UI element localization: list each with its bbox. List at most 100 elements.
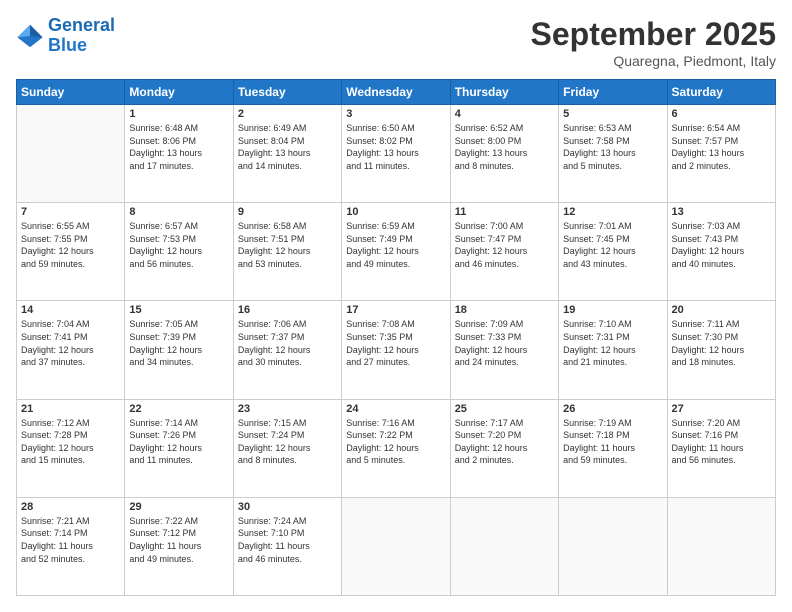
- column-header-wednesday: Wednesday: [342, 80, 450, 105]
- day-cell: 27 Sunrise: 7:20 AMSunset: 7:16 PMDayligh…: [667, 399, 775, 497]
- day-number: 24: [346, 403, 445, 415]
- day-info: Sunrise: 7:05 AMSunset: 7:39 PMDaylight:…: [129, 318, 228, 368]
- day-cell: 2 Sunrise: 6:49 AMSunset: 8:04 PMDaylight…: [233, 105, 341, 203]
- day-cell: [667, 497, 775, 595]
- day-cell: 19Sunrise: 7:10 AMSunset: 7:31 PMDayligh…: [559, 301, 667, 399]
- week-row-2: 14 Sunrise: 7:04 AMSunset: 7:41 PMDayligh…: [17, 301, 776, 399]
- day-number: 12: [563, 206, 662, 218]
- day-cell: [450, 497, 558, 595]
- day-info: Sunrise: 7:21 AMSunset: 7:14 PMDaylight:…: [21, 515, 120, 565]
- day-info: Sunrise: 6:59 AMSunset: 7:49 PMDaylight:…: [346, 220, 445, 270]
- day-info: Sunrise: 7:14 AMSunset: 7:26 PMDaylight:…: [129, 417, 228, 467]
- day-number: 5: [563, 108, 662, 120]
- day-number: 26: [563, 403, 662, 415]
- day-number: 20: [672, 304, 771, 316]
- column-header-friday: Friday: [559, 80, 667, 105]
- day-number: 13: [672, 206, 771, 218]
- day-number: 7: [21, 206, 120, 218]
- day-number: 14: [21, 304, 120, 316]
- day-info: Sunrise: 6:55 AMSunset: 7:55 PMDaylight:…: [21, 220, 120, 270]
- day-number: 17: [346, 304, 445, 316]
- day-cell: 17 Sunrise: 7:08 AMSunset: 7:35 PMDayligh…: [342, 301, 450, 399]
- day-number: 4: [455, 108, 554, 120]
- day-cell: 12Sunrise: 7:01 AMSunset: 7:45 PMDayligh…: [559, 203, 667, 301]
- day-number: 6: [672, 108, 771, 120]
- day-number: 1: [129, 108, 228, 120]
- column-header-sunday: Sunday: [17, 80, 125, 105]
- day-info: Sunrise: 6:50 AMSunset: 8:02 PMDaylight:…: [346, 122, 445, 172]
- day-number: 30: [238, 501, 337, 513]
- day-info: Sunrise: 7:06 AMSunset: 7:37 PMDaylight:…: [238, 318, 337, 368]
- day-info: Sunrise: 6:49 AMSunset: 8:04 PMDaylight:…: [238, 122, 337, 172]
- day-number: 2: [238, 108, 337, 120]
- day-cell: 24 Sunrise: 7:16 AMSunset: 7:22 PMDayligh…: [342, 399, 450, 497]
- day-cell: 18Sunrise: 7:09 AMSunset: 7:33 PMDayligh…: [450, 301, 558, 399]
- day-cell: 7 Sunrise: 6:55 AMSunset: 7:55 PMDaylight…: [17, 203, 125, 301]
- day-number: 21: [21, 403, 120, 415]
- day-number: 9: [238, 206, 337, 218]
- day-cell: 6 Sunrise: 6:54 AMSunset: 7:57 PMDaylight…: [667, 105, 775, 203]
- day-cell: 23 Sunrise: 7:15 AMSunset: 7:24 PMDayligh…: [233, 399, 341, 497]
- day-info: Sunrise: 6:57 AMSunset: 7:53 PMDaylight:…: [129, 220, 228, 270]
- header: General Blue September 2025 Quaregna, Pi…: [16, 16, 776, 69]
- day-cell: 20 Sunrise: 7:11 AMSunset: 7:30 PMDayligh…: [667, 301, 775, 399]
- day-cell: 1 Sunrise: 6:48 AMSunset: 8:06 PMDaylight…: [125, 105, 233, 203]
- day-info: Sunrise: 7:03 AMSunset: 7:43 PMDaylight:…: [672, 220, 771, 270]
- day-cell: 9Sunrise: 6:58 AMSunset: 7:51 PMDaylight…: [233, 203, 341, 301]
- day-info: Sunrise: 7:15 AMSunset: 7:24 PMDaylight:…: [238, 417, 337, 467]
- day-info: Sunrise: 7:10 AMSunset: 7:31 PMDaylight:…: [563, 318, 662, 368]
- day-cell: 3Sunrise: 6:50 AMSunset: 8:02 PMDaylight…: [342, 105, 450, 203]
- day-cell: 13 Sunrise: 7:03 AMSunset: 7:43 PMDayligh…: [667, 203, 775, 301]
- day-info: Sunrise: 6:53 AMSunset: 7:58 PMDaylight:…: [563, 122, 662, 172]
- day-info: Sunrise: 7:00 AMSunset: 7:47 PMDaylight:…: [455, 220, 554, 270]
- logo-text: General Blue: [48, 16, 115, 56]
- day-number: 23: [238, 403, 337, 415]
- column-header-tuesday: Tuesday: [233, 80, 341, 105]
- week-row-0: 1 Sunrise: 6:48 AMSunset: 8:06 PMDaylight…: [17, 105, 776, 203]
- day-cell: 21 Sunrise: 7:12 AMSunset: 7:28 PMDayligh…: [17, 399, 125, 497]
- day-number: 22: [129, 403, 228, 415]
- logo-line1: General: [48, 15, 115, 35]
- day-info: Sunrise: 7:20 AMSunset: 7:16 PMDaylight:…: [672, 417, 771, 467]
- day-info: Sunrise: 7:24 AMSunset: 7:10 PMDaylight:…: [238, 515, 337, 565]
- day-cell: 10 Sunrise: 6:59 AMSunset: 7:49 PMDayligh…: [342, 203, 450, 301]
- day-cell: 30 Sunrise: 7:24 AMSunset: 7:10 PMDayligh…: [233, 497, 341, 595]
- day-info: Sunrise: 7:12 AMSunset: 7:28 PMDaylight:…: [21, 417, 120, 467]
- day-cell: 28Sunrise: 7:21 AMSunset: 7:14 PMDayligh…: [17, 497, 125, 595]
- day-info: Sunrise: 7:17 AMSunset: 7:20 PMDaylight:…: [455, 417, 554, 467]
- day-number: 25: [455, 403, 554, 415]
- logo-line2: Blue: [48, 35, 87, 55]
- day-info: Sunrise: 7:16 AMSunset: 7:22 PMDaylight:…: [346, 417, 445, 467]
- day-number: 27: [672, 403, 771, 415]
- day-cell: [17, 105, 125, 203]
- month-title: September 2025: [531, 16, 776, 53]
- day-cell: [342, 497, 450, 595]
- page: General Blue September 2025 Quaregna, Pi…: [0, 0, 792, 612]
- day-number: 15: [129, 304, 228, 316]
- day-cell: 14 Sunrise: 7:04 AMSunset: 7:41 PMDayligh…: [17, 301, 125, 399]
- week-row-4: 28Sunrise: 7:21 AMSunset: 7:14 PMDayligh…: [17, 497, 776, 595]
- day-info: Sunrise: 7:09 AMSunset: 7:33 PMDaylight:…: [455, 318, 554, 368]
- title-area: September 2025 Quaregna, Piedmont, Italy: [531, 16, 776, 69]
- day-cell: 16Sunrise: 7:06 AMSunset: 7:37 PMDayligh…: [233, 301, 341, 399]
- day-number: 10: [346, 206, 445, 218]
- day-cell: 25 Sunrise: 7:17 AMSunset: 7:20 PMDayligh…: [450, 399, 558, 497]
- column-header-monday: Monday: [125, 80, 233, 105]
- day-cell: [559, 497, 667, 595]
- day-cell: 4 Sunrise: 6:52 AMSunset: 8:00 PMDaylight…: [450, 105, 558, 203]
- day-cell: 11Sunrise: 7:00 AMSunset: 7:47 PMDayligh…: [450, 203, 558, 301]
- day-info: Sunrise: 6:54 AMSunset: 7:57 PMDaylight:…: [672, 122, 771, 172]
- logo: General Blue: [16, 16, 115, 56]
- day-info: Sunrise: 6:52 AMSunset: 8:00 PMDaylight:…: [455, 122, 554, 172]
- day-cell: 29Sunrise: 7:22 AMSunset: 7:12 PMDayligh…: [125, 497, 233, 595]
- day-info: Sunrise: 7:04 AMSunset: 7:41 PMDaylight:…: [21, 318, 120, 368]
- day-info: Sunrise: 6:48 AMSunset: 8:06 PMDaylight:…: [129, 122, 228, 172]
- column-header-saturday: Saturday: [667, 80, 775, 105]
- location: Quaregna, Piedmont, Italy: [531, 53, 776, 69]
- day-info: Sunrise: 7:11 AMSunset: 7:30 PMDaylight:…: [672, 318, 771, 368]
- day-cell: 5 Sunrise: 6:53 AMSunset: 7:58 PMDaylight…: [559, 105, 667, 203]
- week-row-1: 7 Sunrise: 6:55 AMSunset: 7:55 PMDaylight…: [17, 203, 776, 301]
- day-cell: 15 Sunrise: 7:05 AMSunset: 7:39 PMDayligh…: [125, 301, 233, 399]
- day-number: 29: [129, 501, 228, 513]
- day-info: Sunrise: 7:08 AMSunset: 7:35 PMDaylight:…: [346, 318, 445, 368]
